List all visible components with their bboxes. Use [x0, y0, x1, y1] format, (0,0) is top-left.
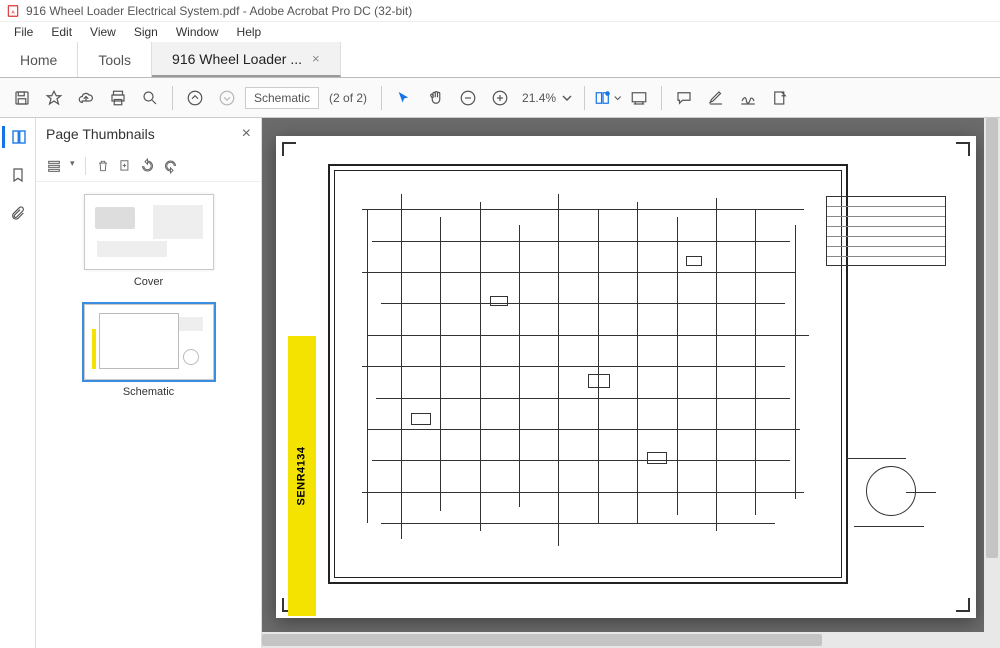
toolbar-separator	[584, 86, 585, 110]
new-page-icon[interactable]	[118, 158, 132, 174]
navigation-rail	[0, 118, 36, 648]
zoom-out-button[interactable]	[454, 84, 482, 112]
menu-help[interactable]: Help	[229, 23, 270, 41]
toolbar-separator	[381, 86, 382, 110]
page-up-button[interactable]	[181, 84, 209, 112]
thumbnail-page-1[interactable]: Cover	[48, 194, 249, 288]
save-button[interactable]	[8, 84, 36, 112]
hand-tool-button[interactable]	[422, 84, 450, 112]
page-count: (2 of 2)	[323, 91, 373, 105]
sign-button[interactable]	[734, 84, 762, 112]
thumbnails-panel: Page Thumbnails × ▾	[36, 118, 262, 648]
highlight-button[interactable]	[702, 84, 730, 112]
menu-edit[interactable]: Edit	[43, 23, 80, 41]
chevron-down-icon[interactable]: ▾	[70, 158, 75, 174]
tab-tools[interactable]: Tools	[78, 42, 152, 77]
thumbnails-list: Cover Schematic	[36, 182, 261, 648]
delete-page-icon[interactable]	[96, 158, 110, 174]
component-illustration	[846, 448, 936, 538]
scrollbar-thumb[interactable]	[262, 634, 822, 646]
page-display-button[interactable]	[593, 84, 621, 112]
page-label[interactable]: Schematic	[245, 87, 319, 109]
reference-table	[826, 196, 946, 266]
find-button[interactable]	[136, 84, 164, 112]
pdf-page: SENR4134	[276, 136, 976, 618]
tab-home-label: Home	[20, 52, 57, 68]
thumbnails-toolbar: ▾	[36, 150, 261, 182]
thumbnail-label: Cover	[48, 276, 249, 288]
toolbar: Schematic (2 of 2) 21.4%	[0, 78, 1000, 118]
attachments-icon[interactable]	[7, 202, 29, 224]
menu-sign[interactable]: Sign	[126, 23, 166, 41]
page-down-button[interactable]	[213, 84, 241, 112]
zoom-in-button[interactable]	[486, 84, 514, 112]
toolbar-separator	[172, 86, 173, 110]
title-bar: A 916 Wheel Loader Electrical System.pdf…	[0, 0, 1000, 22]
zoom-value: 21.4%	[522, 91, 556, 105]
bookmark-icon[interactable]	[7, 164, 29, 186]
menu-view[interactable]: View	[82, 23, 124, 41]
menu-window[interactable]: Window	[168, 23, 227, 41]
crop-mark-icon	[282, 142, 296, 156]
vertical-scrollbar[interactable]	[984, 118, 1000, 648]
document-stamp: SENR4134	[288, 336, 316, 616]
star-button[interactable]	[40, 84, 68, 112]
tab-document[interactable]: 916 Wheel Loader ... ×	[152, 42, 341, 77]
horizontal-scrollbar[interactable]	[262, 632, 984, 648]
thumbnail-page-2[interactable]: Schematic	[48, 304, 249, 398]
schematic-wires	[342, 178, 834, 570]
thumbnails-icon[interactable]	[2, 126, 30, 148]
print-button[interactable]	[104, 84, 132, 112]
crop-mark-icon	[956, 142, 970, 156]
thumbnails-title: Page Thumbnails	[46, 126, 155, 142]
read-mode-button[interactable]	[625, 84, 653, 112]
schematic-diagram	[328, 164, 848, 584]
document-tabs: Home Tools 916 Wheel Loader ... ×	[0, 42, 1000, 78]
tab-tools-label: Tools	[98, 52, 131, 68]
stamp-code: SENR4134	[296, 446, 308, 505]
zoom-level[interactable]: 21.4%	[518, 91, 576, 105]
rotate-ccw-icon[interactable]	[140, 158, 155, 174]
cloud-button[interactable]	[72, 84, 100, 112]
selection-tool-button[interactable]	[390, 84, 418, 112]
menu-bar: File Edit View Sign Window Help	[0, 22, 1000, 42]
tab-home[interactable]: Home	[0, 42, 78, 77]
more-tools-button[interactable]	[766, 84, 794, 112]
main-area: Page Thumbnails × ▾	[0, 118, 1000, 648]
crop-mark-icon	[956, 598, 970, 612]
pdf-file-icon: A	[6, 4, 20, 18]
document-view[interactable]: SENR4134	[262, 118, 1000, 648]
close-panel-icon[interactable]: ×	[242, 125, 251, 143]
thumbnails-header: Page Thumbnails ×	[36, 118, 261, 150]
rotate-cw-icon[interactable]	[163, 158, 178, 174]
window-title: 916 Wheel Loader Electrical System.pdf -…	[26, 4, 412, 18]
toolbar-separator	[661, 86, 662, 110]
tab-document-label: 916 Wheel Loader ...	[172, 51, 302, 67]
thumb-options-icon[interactable]	[46, 158, 62, 174]
comment-button[interactable]	[670, 84, 698, 112]
close-icon[interactable]: ×	[312, 51, 320, 66]
thumbnail-label: Schematic	[48, 386, 249, 398]
menu-file[interactable]: File	[6, 23, 41, 41]
scrollbar-thumb[interactable]	[986, 118, 998, 558]
